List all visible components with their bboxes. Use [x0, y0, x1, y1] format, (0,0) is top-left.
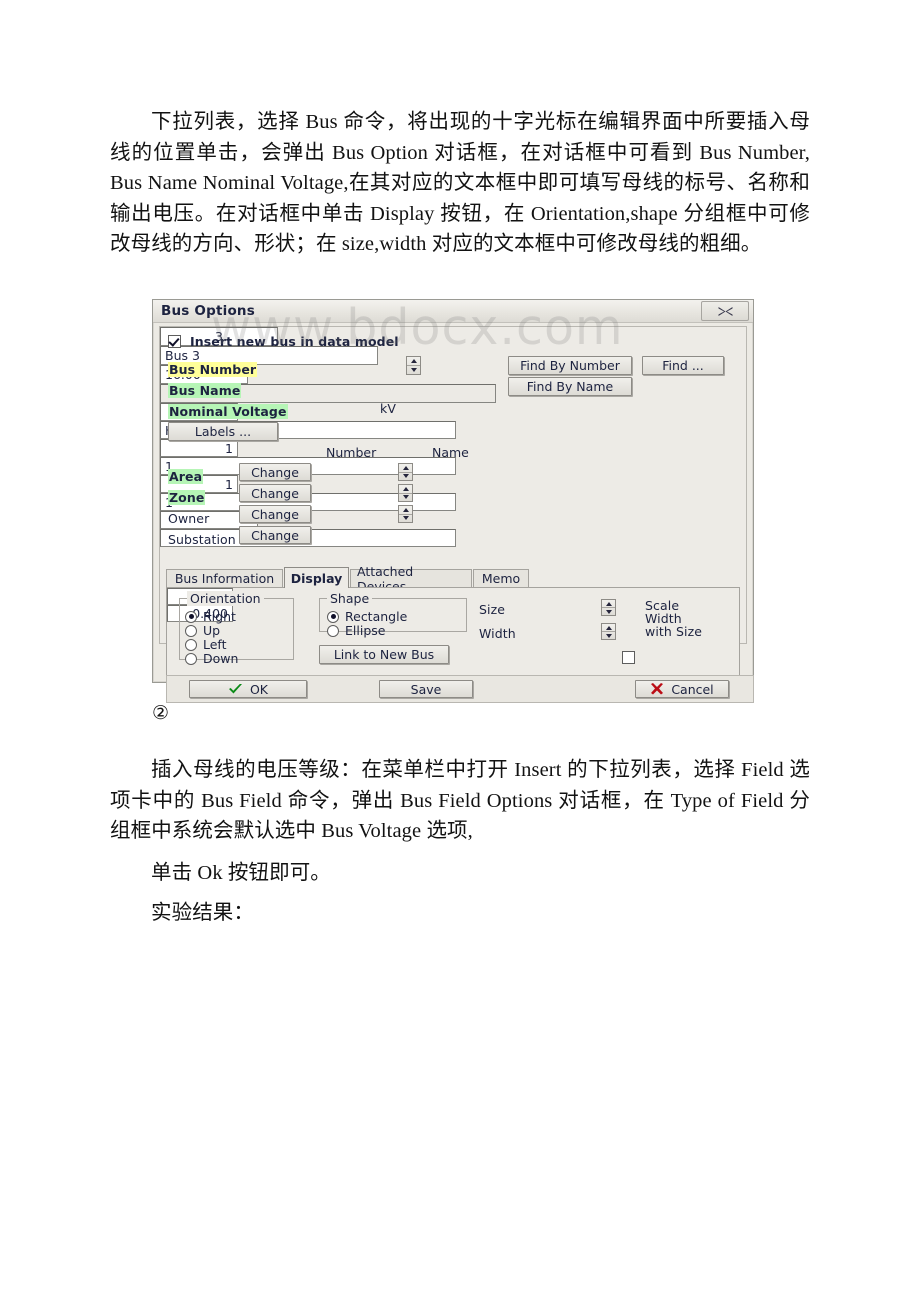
zone-label: Zone: [168, 490, 206, 505]
radio-icon[interactable]: [327, 624, 339, 637]
spinner-down-icon[interactable]: [399, 494, 412, 502]
find-by-number-button[interactable]: Find By Number: [508, 356, 632, 375]
size-spinner[interactable]: [601, 599, 616, 616]
dialog-footer: OK Save Cancel: [166, 675, 754, 703]
area-label-wrap: Area: [168, 466, 204, 485]
close-x-glyph: [718, 306, 732, 316]
substation-change-button[interactable]: Change: [239, 526, 311, 544]
ok-button-label: OK: [249, 681, 269, 697]
zone-number-input[interactable]: 1: [160, 439, 238, 457]
save-button[interactable]: Save: [379, 680, 473, 698]
find-by-name-button[interactable]: Find By Name: [508, 377, 632, 396]
radio-label: Rectangle: [345, 609, 408, 624]
spinner-down-icon[interactable]: [407, 366, 420, 374]
display-tab-panel: Orientation Right Up Left Down Shape Rec…: [166, 587, 740, 679]
radio-label: Right: [203, 609, 236, 624]
column-header-number: Number: [326, 445, 377, 460]
radio-label: Down: [203, 651, 239, 666]
bus-number-label-wrap: Bus Number: [168, 359, 258, 378]
spinner-down-icon[interactable]: [399, 515, 412, 523]
area-number-spinner[interactable]: [398, 463, 413, 481]
substation-label: Substation: [168, 532, 236, 547]
zone-change-button[interactable]: Change: [239, 484, 311, 502]
ok-button[interactable]: OK: [189, 680, 307, 698]
insert-new-bus-label: Insert new bus in data model: [190, 334, 399, 349]
bus-number-label: Bus Number: [168, 362, 258, 377]
radio-shape-rectangle[interactable]: Rectangle: [327, 609, 407, 624]
radio-icon[interactable]: [185, 638, 197, 651]
paragraph-top: 下拉列表，选择 Bus 命令，将出现的十字光标在编辑界面中所要插入母线的位置单击…: [110, 111, 810, 255]
bus-number-spinner[interactable]: [406, 356, 421, 375]
owner-label: Owner: [168, 511, 210, 526]
tab-memo[interactable]: Memo: [473, 569, 529, 587]
radio-icon[interactable]: [185, 652, 197, 665]
radio-orientation-left[interactable]: Left: [185, 637, 227, 652]
list-marker: ②: [152, 702, 170, 724]
tab-attached-devices[interactable]: Attached Devices: [350, 564, 472, 594]
zone-label-wrap: Zone: [168, 487, 206, 506]
nominal-voltage-label-wrap: Nominal Voltage: [168, 401, 288, 420]
cancel-button-label: Cancel: [671, 681, 714, 697]
nominal-voltage-label: Nominal Voltage: [168, 404, 288, 419]
width-label: Width: [479, 626, 516, 641]
spinner-up-icon[interactable]: [399, 506, 412, 515]
area-change-button[interactable]: Change: [239, 463, 311, 481]
scale-width-line3: with Size: [645, 624, 703, 639]
substation-label-wrap: Substation: [168, 529, 236, 548]
owner-change-button[interactable]: Change: [239, 505, 311, 523]
radio-orientation-down[interactable]: Down: [185, 651, 238, 666]
size-label: Size: [479, 602, 506, 617]
find-button[interactable]: Find ...: [642, 356, 724, 375]
insert-new-bus-checkbox[interactable]: [168, 335, 181, 348]
nominal-voltage-unit: kV: [380, 401, 396, 416]
bus-name-label: Bus Name: [168, 383, 242, 398]
close-icon[interactable]: [701, 301, 749, 321]
cancel-button[interactable]: Cancel: [635, 680, 729, 698]
area-label: Area: [168, 469, 204, 484]
tab-bus-information[interactable]: Bus Information: [166, 569, 283, 587]
bus-name-label-wrap: Bus Name: [168, 380, 242, 399]
zone-number-spinner[interactable]: [398, 484, 413, 502]
radio-label: Ellipse: [345, 623, 386, 638]
insert-new-bus-row[interactable]: Insert new bus in data model: [168, 334, 399, 349]
labels-button[interactable]: Labels ...: [168, 422, 278, 441]
radio-icon[interactable]: [185, 610, 197, 623]
radio-icon[interactable]: [185, 624, 197, 637]
checkmark-icon: [228, 683, 242, 693]
dialog-titlebar: Bus Options: [153, 300, 753, 323]
spinner-up-icon[interactable]: [399, 464, 412, 473]
spinner-up-icon[interactable]: [602, 624, 615, 632]
radio-label: Left: [203, 637, 227, 652]
paragraph-b1: 插入母线的电压等级：在菜单栏中打开 Insert 的下拉列表，选择 Field …: [110, 759, 810, 842]
spinner-up-icon[interactable]: [407, 357, 420, 366]
x-icon: [651, 683, 664, 695]
owner-number-spinner[interactable]: [398, 505, 413, 523]
document-page: 下拉列表，选择 Bus 命令，将出现的十字光标在编辑界面中所要插入母线的位置单击…: [0, 0, 920, 1302]
spinner-up-icon[interactable]: [399, 485, 412, 494]
spinner-down-icon[interactable]: [602, 632, 615, 639]
radio-orientation-up[interactable]: Up: [185, 623, 220, 638]
paragraph-b3: 实验结果：: [151, 902, 254, 924]
shape-group-title: Shape: [327, 591, 373, 606]
paragraph-b2: 单击 Ok 按钮即可。: [151, 862, 331, 884]
bus-options-dialog: Bus Options Insert new bus in data model…: [152, 299, 754, 703]
dialog-body: Insert new bus in data model Bus Number …: [159, 326, 754, 703]
orientation-group-title: Orientation: [187, 591, 264, 606]
tab-bar: Bus Information Display Attached Devices…: [166, 564, 746, 594]
dialog-title: Bus Options: [161, 303, 255, 319]
radio-shape-ellipse[interactable]: Ellipse: [327, 623, 385, 638]
spinner-down-icon[interactable]: [602, 608, 615, 615]
column-header-name: Name: [432, 445, 469, 460]
radio-icon[interactable]: [327, 610, 339, 623]
scale-width-text: Scale Width with Size: [645, 599, 702, 638]
width-spinner[interactable]: [601, 623, 616, 640]
link-to-new-bus-button[interactable]: Link to New Bus: [319, 645, 449, 664]
spinner-up-icon[interactable]: [602, 600, 615, 608]
spinner-down-icon[interactable]: [399, 473, 412, 481]
owner-label-wrap: Owner: [168, 508, 209, 527]
radio-orientation-right[interactable]: Right: [185, 609, 236, 624]
tab-display[interactable]: Display: [284, 567, 349, 588]
scale-width-checkbox[interactable]: [622, 651, 635, 664]
radio-label: Up: [203, 623, 221, 638]
